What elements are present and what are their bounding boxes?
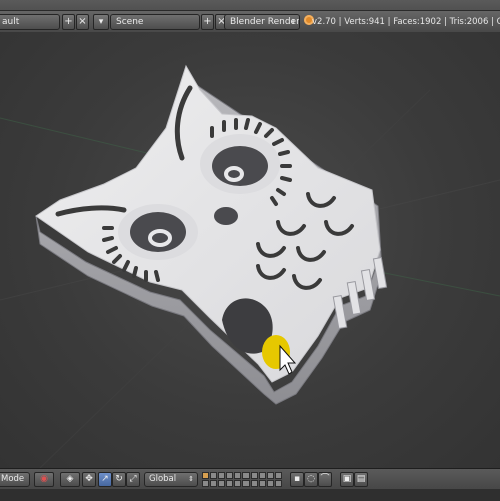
orientation-label: Global: [149, 474, 177, 484]
status-strip: [0, 489, 500, 501]
layer-button[interactable]: [218, 480, 226, 487]
layer-button[interactable]: [242, 480, 250, 487]
layer-button[interactable]: [210, 480, 218, 487]
owl-model[interactable]: [35, 64, 388, 405]
layer-button[interactable]: [258, 480, 266, 487]
pivot-icon: ◈: [66, 474, 74, 484]
rotate-manipulator-button[interactable]: ↻: [112, 472, 126, 487]
magnet-icon: ⌒: [320, 474, 330, 484]
dropdown-arrows-icon: ⇕: [290, 18, 296, 26]
camera-icon: ▣: [342, 474, 352, 484]
lock-layers-button[interactable]: ▪: [290, 472, 304, 487]
dropdown-arrows-icon: ⇕: [188, 475, 194, 483]
info-header: ault + × ▾ Scene + × Blender Render ⇕ v2…: [0, 0, 500, 33]
manipulator-icon: ✥: [85, 474, 93, 484]
scene-statistics: v2.70 | Verts:941 | Faces:1902 | Tris:20…: [312, 17, 500, 27]
proportional-icon: ◌: [307, 474, 315, 484]
layer-button[interactable]: [218, 472, 226, 479]
layer-button[interactable]: [202, 472, 210, 479]
add-scene-button[interactable]: +: [201, 14, 214, 30]
layer-button[interactable]: [234, 480, 242, 487]
proportional-edit-button[interactable]: ◌: [304, 472, 318, 487]
viewport-shading-button[interactable]: ◉: [34, 472, 54, 487]
scene-icon: ▾: [98, 17, 104, 27]
layer-button[interactable]: [258, 472, 266, 479]
add-layout-button[interactable]: +: [62, 14, 75, 30]
layer-button[interactable]: [242, 472, 250, 479]
rotate-icon: ↻: [115, 474, 123, 484]
manipulator-toggle[interactable]: ✥: [82, 472, 96, 487]
layer-button[interactable]: [274, 480, 282, 487]
scale-manipulator-button[interactable]: ⤢: [126, 472, 140, 487]
lock-icon: ▪: [293, 474, 301, 484]
transform-orientation-dropdown[interactable]: Global ⇕: [144, 472, 198, 487]
screen-layout-name: ault: [2, 17, 20, 27]
layer-button[interactable]: [250, 480, 258, 487]
render-preview-button[interactable]: ▣: [340, 472, 354, 487]
opengl-render-button[interactable]: ▤: [354, 472, 368, 487]
viewport-scene: [0, 64, 500, 468]
translate-manipulator-button[interactable]: ↗: [98, 472, 112, 487]
render-engine-dropdown[interactable]: Blender Render ⇕: [224, 14, 300, 30]
film-icon: ▤: [356, 474, 366, 484]
scene-name: Scene: [116, 17, 144, 27]
shading-icon: ◉: [40, 474, 48, 484]
screen-layout-field[interactable]: ault: [0, 14, 60, 30]
layer-button[interactable]: [266, 480, 274, 487]
layer-button[interactable]: [250, 472, 258, 479]
scene-name-field[interactable]: Scene: [110, 14, 200, 30]
remove-layout-button[interactable]: ×: [76, 14, 89, 30]
3d-viewport[interactable]: [0, 32, 500, 468]
mode-label: Mode: [1, 474, 25, 484]
pivot-point-button[interactable]: ◈: [60, 472, 80, 487]
layer-button[interactable]: [226, 480, 234, 487]
layer-button[interactable]: [202, 480, 210, 487]
layer-button[interactable]: [266, 472, 274, 479]
layer-button[interactable]: [210, 472, 218, 479]
layer-button[interactable]: [274, 472, 282, 479]
scale-icon: ⤢: [129, 474, 137, 484]
snap-toggle[interactable]: ⌒: [318, 472, 332, 487]
layer-buttons[interactable]: [202, 472, 282, 487]
arrow-icon: ↗: [101, 474, 109, 484]
scene-browse-button[interactable]: ▾: [93, 14, 109, 30]
layer-button[interactable]: [234, 472, 242, 479]
view3d-header: Mode ◉ ◈ ✥ ↗ ↻ ⤢ Global ⇕ ▪ ◌ ⌒ ▣ ▤: [0, 468, 500, 501]
layer-button[interactable]: [226, 472, 234, 479]
mode-selector[interactable]: Mode: [0, 472, 30, 487]
